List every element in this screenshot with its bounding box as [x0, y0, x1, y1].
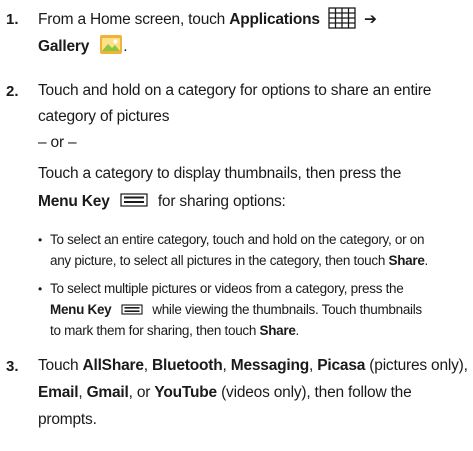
applications-label: Applications — [229, 11, 320, 29]
step-number: 2. — [6, 83, 19, 100]
gallery-icon — [100, 35, 123, 54]
gallery-label: Gallery — [38, 38, 90, 56]
step-2-line-4: Menu Key for sharing options: — [38, 193, 286, 210]
bullet-icon: • — [38, 233, 43, 247]
bullet-line: To select multiple pictures or videos fr… — [50, 281, 404, 296]
bullet-line: To select an entire category, touch and … — [50, 232, 425, 247]
step-number: 1. — [6, 11, 19, 28]
manual-page: 1. From a Home screen, touch Application… — [0, 0, 473, 451]
or-separator: – or – — [38, 134, 77, 151]
step-3-line-3: prompts. — [38, 411, 97, 428]
bullet-line: to mark them for sharing, then touch Sha… — [50, 323, 299, 338]
bullet-line: any picture, to select all pictures in t… — [50, 253, 428, 268]
step-1-line-1: From a Home screen, touch Applications ➔ — [38, 7, 377, 31]
menu-key-label: Menu Key — [38, 193, 110, 210]
step-3-line-2: Email, Gmail, or YouTube (videos only), … — [38, 384, 412, 401]
grid-icon — [328, 7, 356, 29]
step-1-line-2: Gallery . — [38, 35, 128, 59]
bullet-icon: • — [38, 282, 43, 296]
step-2-line-2: category of pictures — [38, 108, 170, 125]
bullet-line: Menu Key while viewing the thumbnails. T… — [50, 302, 422, 317]
menu-icon — [121, 304, 143, 315]
menu-icon — [120, 193, 148, 207]
step-number: 3. — [6, 358, 19, 375]
step-3-line-1: Touch AllShare, Bluetooth, Messaging, Pi… — [38, 357, 468, 374]
step-2-line-3: Touch a category to display thumbnails, … — [38, 165, 402, 182]
step-2-line-1: Touch and hold on a category for options… — [38, 82, 432, 99]
